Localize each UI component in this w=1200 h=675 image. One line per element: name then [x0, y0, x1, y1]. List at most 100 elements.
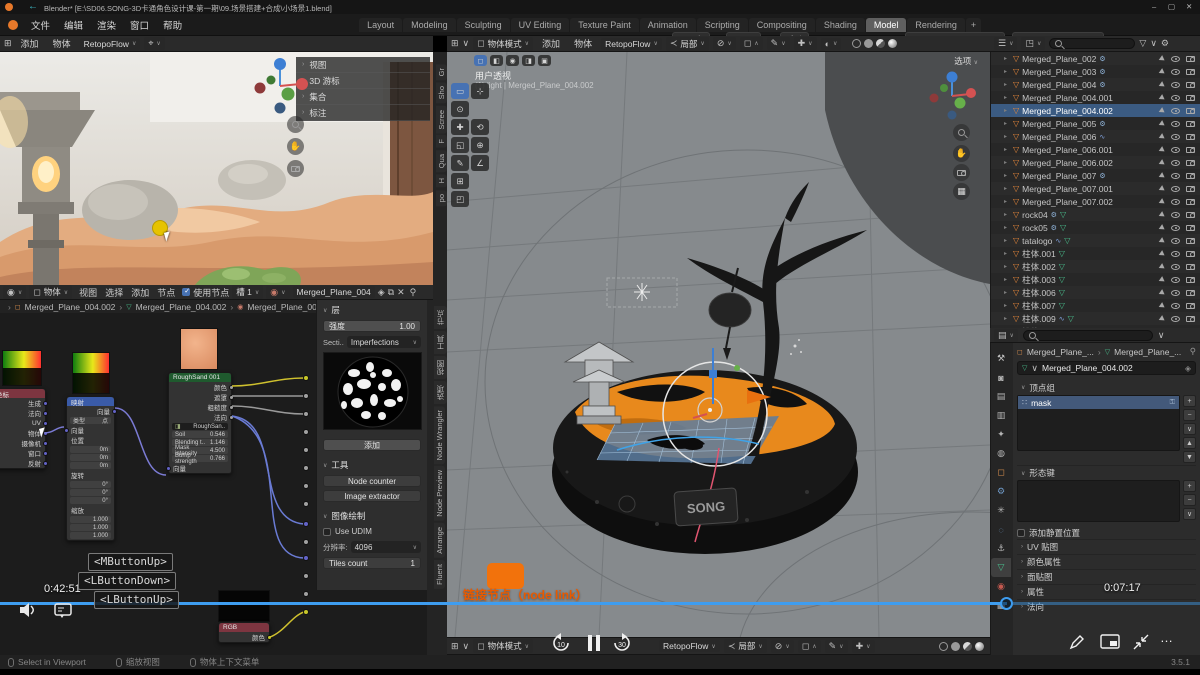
selectable-toggle-icon[interactable]: [1159, 68, 1167, 76]
forward-30-button[interactable]: 30: [612, 633, 632, 653]
expand-icon[interactable]: ▸: [1004, 211, 1010, 218]
use-udim-checkbox[interactable]: Use UDIM: [323, 527, 421, 536]
expand-icon[interactable]: ▸: [1004, 289, 1010, 296]
workspace-tab[interactable]: Shading: [816, 18, 865, 32]
shield-icon[interactable]: ◈: [1185, 364, 1191, 373]
render-toggle-icon[interactable]: [1186, 290, 1195, 296]
expand-icon[interactable]: ▸: [1004, 81, 1010, 88]
object-name[interactable]: Merged_Plane_007.001: [1022, 184, 1113, 194]
expand-icon[interactable]: ▸: [1004, 68, 1010, 75]
layer-panel-header[interactable]: ∨层: [323, 304, 421, 316]
rotate-tool[interactable]: ⟲: [471, 119, 489, 135]
wireframe-shading-icon[interactable]: [852, 39, 861, 48]
roughsand-node-group[interactable]: RoughSand 001 颜色遮罩粗糙度法向 ◨RoughSan.. Soil…: [168, 372, 232, 474]
sidebar-tab[interactable]: F: [436, 135, 447, 148]
outliner-search-input[interactable]: [1049, 38, 1135, 49]
selectable-toggle-icon[interactable]: [1159, 133, 1167, 141]
node-output-socket[interactable]: 颜色: [169, 382, 231, 392]
expand-icon[interactable]: ▸: [1004, 107, 1010, 114]
rendered-shading-icon[interactable]: [888, 39, 897, 48]
vertex-group-specials-button[interactable]: ∨: [1183, 423, 1196, 435]
pin-icon[interactable]: ⚲: [1190, 346, 1196, 357]
tweak-tool[interactable]: ⊙: [451, 101, 469, 117]
properties-tab-icon[interactable]: ▥: [991, 406, 1011, 425]
visibility-toggle-icon[interactable]: [1171, 303, 1180, 309]
notes-pencil-button[interactable]: [1068, 633, 1086, 651]
render-toggle-icon[interactable]: [1186, 316, 1195, 322]
render-toggle-icon[interactable]: [1186, 199, 1195, 205]
maximize-button[interactable]: ▢: [1168, 2, 1175, 11]
image-selector[interactable]: ◨RoughSan..: [172, 423, 228, 430]
value-field[interactable]: 1.000: [70, 524, 111, 531]
outliner-row[interactable]: ▸ ▽ rock05 ⚙ ▽: [991, 221, 1200, 234]
pin-icon[interactable]: ⚲: [410, 287, 417, 298]
proportional-edit-dropdown[interactable]: ◻∧: [798, 640, 821, 653]
perspective-toggle-icon[interactable]: ▦: [953, 183, 970, 200]
material-shading-icon[interactable]: [876, 39, 885, 48]
outliner-row[interactable]: ▸ ▽ 柱体.003 ▽: [991, 273, 1200, 286]
node-input-socket[interactable]: 向量: [67, 425, 114, 435]
close-button[interactable]: ✕: [1186, 2, 1192, 11]
expand-icon[interactable]: ▸: [1004, 94, 1010, 101]
pan-hand-icon[interactable]: ✋: [287, 138, 304, 155]
object-name[interactable]: Merged_Plane_007.002: [1022, 197, 1113, 207]
outliner-row[interactable]: ▸ ▽ 柱体.001 ▽: [991, 247, 1200, 260]
snapping-dropdown[interactable]: ⊘∨: [771, 640, 794, 653]
move-down-button[interactable]: ▼: [1183, 451, 1196, 463]
sidebar-tab[interactable]: 工具: [434, 331, 447, 354]
render-toggle-icon[interactable]: [1186, 303, 1195, 309]
add-shape-key-button[interactable]: +: [1183, 480, 1196, 492]
transform-orientation-dropdown[interactable]: ≺局部∨: [724, 639, 767, 653]
pan-hand-icon[interactable]: ✋: [953, 145, 970, 162]
minimize-button[interactable]: –: [1152, 2, 1156, 11]
node-output-socket[interactable]: 反射: [0, 458, 45, 468]
rewind-10-button[interactable]: 10: [551, 633, 571, 653]
workspace-tab[interactable]: Scripting: [697, 18, 748, 32]
expand-icon[interactable]: ▸: [1004, 224, 1010, 231]
pip-button[interactable]: [1100, 634, 1120, 650]
material-name-field[interactable]: Merged_Plane_004: [293, 286, 375, 298]
wireframe-shading-icon[interactable]: [939, 642, 948, 651]
sidebar-tab[interactable]: Scree: [436, 106, 447, 134]
visibility-toggle-icon[interactable]: [1171, 251, 1180, 257]
properties-tab-icon[interactable]: ◻: [991, 463, 1011, 482]
outliner-row[interactable]: ▸ ▽ Merged_Plane_003 ⚙: [991, 65, 1200, 78]
volume-icon[interactable]: [18, 602, 36, 618]
snap-dropdown[interactable]: ⌖∨: [144, 37, 164, 50]
options-dropdown[interactable]: 选项 ∨: [954, 55, 978, 67]
mode-dropdown[interactable]: ◻物体模式∨: [473, 37, 533, 51]
vertex-groups-section[interactable]: ∨顶点组: [1017, 380, 1196, 395]
node-output-socket[interactable]: 窗口: [0, 448, 45, 458]
render-toggle-icon[interactable]: [1186, 121, 1195, 127]
blender-menu-icon[interactable]: [8, 20, 18, 30]
visibility-toggle-icon[interactable]: [1171, 199, 1180, 205]
mode-edit-icon[interactable]: ◧: [490, 55, 503, 66]
expand-icon[interactable]: ▸: [1004, 120, 1010, 127]
sidebar-tab[interactable]: Node Preview: [434, 466, 445, 521]
node-output-socket[interactable]: 向量: [67, 406, 114, 416]
expand-icon[interactable]: ▸: [1004, 263, 1010, 270]
menu-item[interactable]: 视图: [75, 286, 101, 299]
value-field[interactable]: 0°: [70, 497, 111, 504]
mode-object-icon[interactable]: ◻: [474, 55, 487, 66]
expand-icon[interactable]: ▸: [1004, 250, 1010, 257]
properties-tab-icon[interactable]: ◙: [991, 368, 1011, 387]
image-paint-panel-header[interactable]: ∨图像绘制: [323, 510, 421, 522]
expand-icon[interactable]: ▸: [1004, 159, 1010, 166]
snapping-dropdown[interactable]: ⊘∨: [713, 37, 736, 50]
expand-icon[interactable]: ▸: [1004, 133, 1010, 140]
expand-icon[interactable]: ▸: [1004, 315, 1010, 322]
overlays-dropdown[interactable]: ◐∨: [821, 38, 842, 50]
workspace-tab[interactable]: Animation: [640, 18, 696, 32]
menu-item[interactable]: 帮助: [156, 18, 189, 32]
rgb-node[interactable]: RGB 颜色: [218, 622, 270, 643]
workspace-tab[interactable]: Sculpting: [457, 18, 510, 32]
render-toggle-icon[interactable]: [1186, 82, 1195, 88]
outliner-row[interactable]: ▸ ▽ Merged_Plane_004 ⚙: [991, 78, 1200, 91]
node-output-socket[interactable]: 摄像机: [0, 438, 45, 448]
material-shading-icon[interactable]: [963, 642, 972, 651]
visibility-toggle-icon[interactable]: [1171, 264, 1180, 270]
tiles-count-field[interactable]: Tiles count1: [323, 557, 421, 569]
selectable-toggle-icon[interactable]: [1159, 289, 1167, 297]
sidebar-tab[interactable]: Gr: [436, 64, 447, 80]
